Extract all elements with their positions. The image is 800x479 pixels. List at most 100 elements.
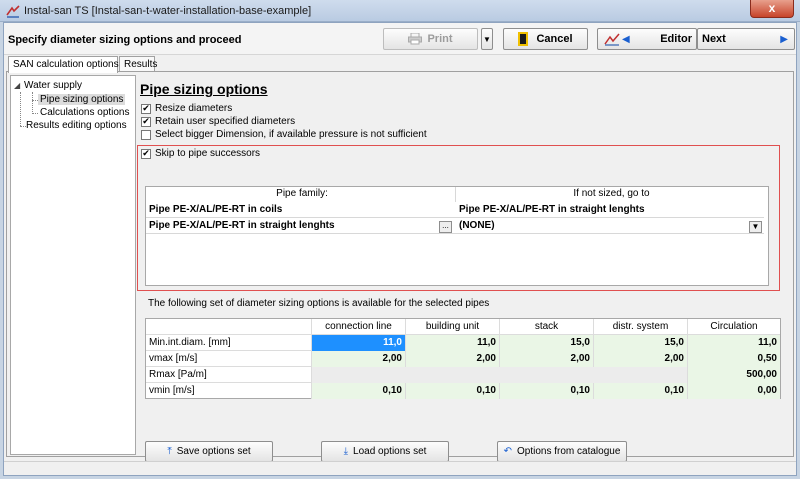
print-label: Print [427,33,453,45]
skip-successors-checkbox[interactable]: ✔ Skip to pipe successors [141,148,260,159]
exit-door-icon [518,32,529,46]
checkbox-label: Resize diameters [155,103,233,114]
row-label: vmin [m/s] [146,383,312,399]
column-header[interactable]: If not sized, go to [456,187,764,202]
window-title: Instal-san TS [Instal-san-t-water-instal… [24,5,312,17]
checkbox-label: Skip to pipe successors [155,148,261,159]
column-header: connection line [312,319,406,335]
table-cell[interactable]: 0,50 [688,351,780,367]
options-info-text: The following set of diameter sizing opt… [148,298,490,309]
editor-icon [604,33,620,46]
tree-connector [20,92,21,126]
column-header-blank [146,319,312,335]
table-cell[interactable]: 2,00 [500,351,594,367]
undo-arrow-icon: ↶ [503,446,512,457]
table-cell[interactable]: 2,00 [406,351,500,367]
column-header: stack [500,319,594,335]
pipe-family-cell[interactable]: Pipe PE-X/AL/PE-RT in straight lenghts [146,219,456,234]
table-row[interactable]: Pipe PE-X/AL/PE-RT in coils Pipe PE-X/AL… [146,203,764,218]
cancel-button[interactable]: Cancel [503,28,588,50]
load-download-icon: ⤓ [343,446,349,457]
row-label: vmax [m/s] [146,351,312,367]
table-row: Min.int.diam. [mm] 11,0 11,0 15,0 15,0 1… [146,335,780,351]
print-button[interactable]: Print [383,28,478,50]
column-header[interactable]: Pipe family: [146,187,456,202]
column-header: distr. system [594,319,688,335]
table-cell[interactable]: 2,00 [594,351,688,367]
ellipsis-button[interactable]: ... [439,221,452,233]
arrow-left-icon: ◀ [622,33,630,45]
table-cell[interactable]: 500,00 [688,367,780,383]
table-row: Rmax [Pa/m] 500,00 [146,367,780,383]
header-bar: Specify diameter sizing options and proc… [4,23,796,55]
panel-title: Pipe sizing options [140,81,268,97]
table-cell[interactable]: 15,0 [594,335,688,351]
bigger-dimension-checkbox[interactable]: Select bigger Dimension, if available pr… [141,129,427,140]
sizing-options-table: connection line building unit stack dist… [145,318,781,399]
table-header-row: connection line building unit stack dist… [146,319,780,335]
table-row: vmax [m/s] 2,00 2,00 2,00 2,00 0,50 [146,351,780,367]
table-cell-disabled [500,367,594,383]
close-button[interactable]: x [750,0,794,18]
table-cell[interactable]: 2,00 [312,351,406,367]
goto-cell[interactable]: Pipe PE-X/AL/PE-RT in straight lenghts [456,203,764,218]
tree-item-results-editing-options[interactable]: Results editing options [26,120,127,131]
table-cell[interactable]: 11,0 [688,335,780,351]
table-cell[interactable]: 0,10 [594,383,688,399]
table-cell[interactable]: 15,0 [500,335,594,351]
table-cell-disabled [312,367,406,383]
pipe-successor-grid: Pipe family: If not sized, go to Pipe PE… [145,186,769,286]
table-cell[interactable]: 0,10 [406,383,500,399]
chevron-down-icon[interactable]: ▼ [749,221,762,233]
table-cell[interactable]: 0,10 [500,383,594,399]
goto-select[interactable]: (NONE) [456,219,746,234]
editor-button[interactable]: ◀ Editor [597,28,697,50]
title-bar: Instal-san TS [Instal-san-t-water-instal… [0,0,800,22]
tree-connector [32,113,38,114]
button-label: Save options set [176,446,251,457]
column-header: building unit [406,319,500,335]
options-tree: ◢ Water supply Pipe sizing options Calcu… [10,75,136,455]
print-dropdown-button[interactable]: ▼ [481,28,493,50]
tree-item-calculations-options[interactable]: Calculations options [40,107,130,118]
table-cell-disabled [406,367,500,383]
checkbox-checked-icon: ✔ [141,148,151,159]
button-label: Load options set [353,446,427,457]
retain-diameters-checkbox[interactable]: ✔ Retain user specified diameters [141,116,295,127]
table-cell[interactable]: 11,0 [312,335,406,351]
table-cell[interactable]: 0,00 [688,383,780,399]
tab-results[interactable]: Results [119,56,157,72]
tree-expand-icon[interactable]: ◢ [14,81,20,90]
checkbox-label: Select bigger Dimension, if available pr… [155,129,427,140]
tree-connector [32,92,33,114]
status-bar [4,461,796,475]
table-cell[interactable]: 0,10 [312,383,406,399]
checkbox-label: Retain user specified diameters [155,116,296,127]
table-cell[interactable]: 11,0 [406,335,500,351]
row-label: Rmax [Pa/m] [146,367,312,383]
checkbox-checked-icon: ✔ [141,103,151,114]
cancel-label: Cancel [536,33,573,45]
load-options-set-button[interactable]: ⤓ Load options set [321,441,449,462]
tree-item-pipe-sizing-options[interactable]: Pipe sizing options [38,94,126,105]
editor-label: Editor [660,33,692,45]
resize-diameters-checkbox[interactable]: ✔ Resize diameters [141,103,232,114]
button-label: Options from catalogue [517,446,621,457]
tree-item-water-supply[interactable]: Water supply [24,80,82,91]
tab-san-calculation-options[interactable]: SAN calculation options [8,56,119,73]
main-window: Specify diameter sizing options and proc… [3,22,797,476]
row-label: Min.int.diam. [mm] [146,335,312,351]
options-from-catalogue-button[interactable]: ↶ Options from catalogue [497,441,627,462]
next-button[interactable]: Next ▶ [697,28,795,50]
save-options-set-button[interactable]: ⤒ Save options set [145,441,273,462]
column-header: Circulation [710,321,758,332]
pipe-family-cell[interactable]: Pipe PE-X/AL/PE-RT in coils [146,203,456,218]
table-cell-disabled [594,367,688,383]
page-heading: Specify diameter sizing options and proc… [8,34,242,46]
table-row: vmin [m/s] 0,10 0,10 0,10 0,10 0,00 [146,383,780,399]
grid-header-row: Pipe family: If not sized, go to [146,187,764,202]
checkbox-unchecked-icon [141,129,151,140]
table-row[interactable]: Pipe PE-X/AL/PE-RT in straight lenghts .… [146,219,764,234]
app-icon [6,5,20,18]
tab-page: ◢ Water supply Pipe sizing options Calcu… [6,71,794,462]
